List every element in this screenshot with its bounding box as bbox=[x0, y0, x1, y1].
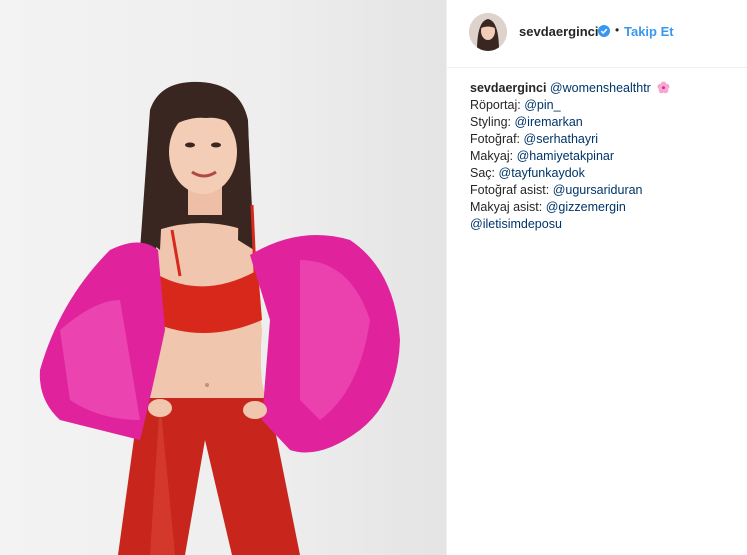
caption-credit-line: Fotoğraf asist: @ugursariduran bbox=[470, 182, 740, 199]
post-side-panel: sevdaerginci • Takip Et sevdaerginci @wo… bbox=[446, 0, 747, 555]
caption-credit-line: Saç: @tayfunkaydok bbox=[470, 165, 740, 182]
credit-label: Makyaj: bbox=[470, 149, 514, 163]
caption-author[interactable]: sevdaerginci bbox=[470, 81, 546, 95]
caption-credit-line: Röportaj: @pin_ bbox=[470, 97, 740, 114]
mention-link[interactable]: @pin_ bbox=[524, 98, 560, 112]
credit-label: Fotoğraf: bbox=[470, 132, 521, 146]
mention-link[interactable]: @tayfunkaydok bbox=[499, 166, 585, 180]
mention-link[interactable]: @serhathayri bbox=[524, 132, 599, 146]
credit-label: Fotoğraf asist: bbox=[470, 183, 550, 197]
follow-button[interactable]: Takip Et bbox=[624, 24, 674, 39]
caption-credit-line: Fotoğraf: @serhathayri bbox=[470, 131, 740, 148]
mention-link[interactable]: @iletisimdeposu bbox=[470, 217, 562, 231]
cherry-blossom-icon bbox=[657, 81, 670, 94]
post-username[interactable]: sevdaerginci bbox=[519, 24, 599, 39]
post-photo[interactable] bbox=[0, 0, 446, 555]
caption-credit-line: Makyaj: @hamiyetakpinar bbox=[470, 148, 740, 165]
credit-label: Makyaj asist: bbox=[470, 200, 543, 214]
credit-label: Röportaj: bbox=[470, 98, 521, 112]
caption-last-line: @iletisimdeposu bbox=[470, 216, 740, 233]
mention-link[interactable]: @ugursariduran bbox=[553, 183, 643, 197]
separator-dot: • bbox=[615, 23, 620, 37]
mention-link[interactable]: @gizzemergin bbox=[546, 200, 626, 214]
avatar[interactable] bbox=[469, 13, 507, 51]
credit-label: Styling: bbox=[470, 115, 511, 129]
verified-badge-icon bbox=[598, 25, 610, 37]
mention-link[interactable]: @hamiyetakpinar bbox=[517, 149, 614, 163]
post-caption: sevdaerginci @womenshealthtr Röportaj: @… bbox=[470, 80, 740, 233]
mention-link[interactable]: @womenshealthtr bbox=[550, 81, 651, 95]
caption-credit-line: Makyaj asist: @gizzemergin bbox=[470, 199, 740, 216]
avatar-image bbox=[469, 13, 507, 51]
portrait-illustration bbox=[39, 81, 400, 555]
caption-first-line: sevdaerginci @womenshealthtr bbox=[470, 80, 740, 97]
post-header: sevdaerginci • Takip Et bbox=[447, 0, 747, 68]
mention-link[interactable]: @iremarkan bbox=[514, 115, 582, 129]
caption-credit-line: Styling: @iremarkan bbox=[470, 114, 740, 131]
credit-label: Saç: bbox=[470, 166, 496, 180]
